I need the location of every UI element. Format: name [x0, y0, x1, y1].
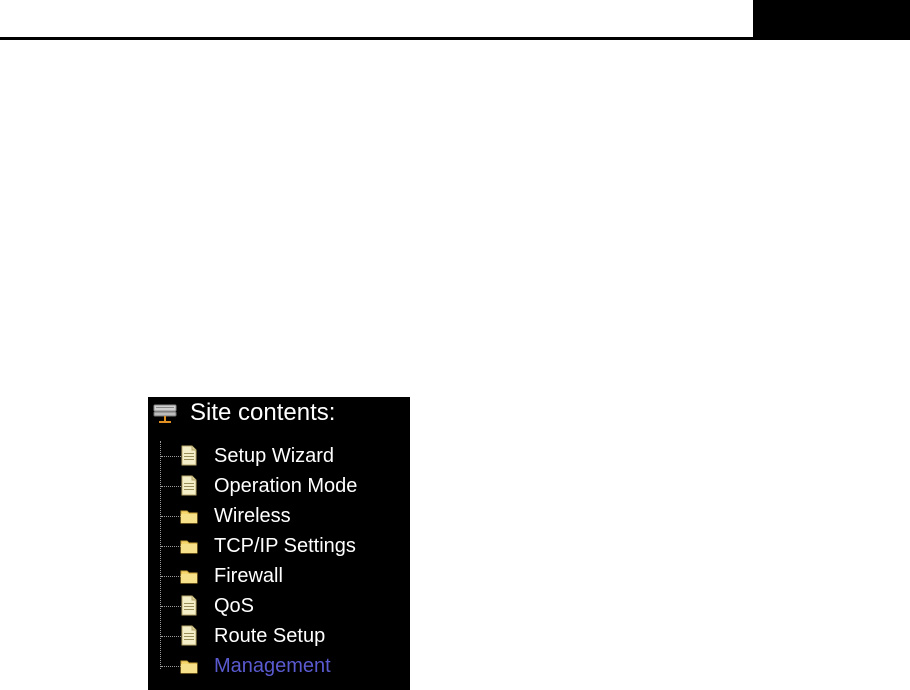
tree-branch	[161, 546, 181, 547]
nav-item-label: TCP/IP Settings	[214, 535, 356, 557]
site-contents-panel: Site contents: Setup Wizard Operation Mo…	[148, 397, 410, 690]
folder-icon	[180, 565, 198, 586]
tree-branch	[161, 636, 181, 637]
tree-branch	[161, 606, 181, 607]
site-contents-title: Site contents:	[190, 399, 336, 426]
nav-item-label: Firewall	[214, 565, 283, 587]
folder-icon	[180, 655, 198, 676]
site-contents-icon	[153, 403, 179, 425]
nav-item-label: Wireless	[214, 505, 291, 527]
folder-icon	[180, 505, 198, 526]
tree-branch	[161, 486, 181, 487]
page-icon	[180, 595, 198, 616]
nav-item-label: Management	[214, 655, 331, 677]
nav-item-operation-mode[interactable]: Operation Mode	[148, 471, 410, 501]
nav-item-qos[interactable]: QoS	[148, 591, 410, 621]
nav-item-route-setup[interactable]: Route Setup	[148, 621, 410, 651]
folder-icon	[180, 535, 198, 556]
tree-branch	[161, 666, 181, 667]
page-icon	[180, 625, 198, 646]
nav-item-wireless[interactable]: Wireless	[148, 501, 410, 531]
nav-item-label: Route Setup	[214, 625, 326, 647]
nav-item-label: Setup Wizard	[214, 445, 335, 467]
nav-item-setup-wizard[interactable]: Setup Wizard	[148, 441, 410, 471]
nav-item-label: QoS	[214, 595, 255, 617]
page-icon	[180, 475, 198, 496]
nav-item-firewall[interactable]: Firewall	[148, 561, 410, 591]
nav-item-label: Operation Mode	[214, 475, 358, 497]
page-icon	[180, 445, 198, 466]
tree-branch	[161, 516, 181, 517]
nav-item-management[interactable]: Management	[148, 651, 410, 681]
document-page: Site contents: Setup Wizard Operation Mo…	[0, 0, 910, 690]
tree-branch	[161, 456, 181, 457]
nav-item-tcp-ip-settings[interactable]: TCP/IP Settings	[148, 531, 410, 561]
header-tab-block	[753, 0, 910, 39]
tree-branch	[161, 576, 181, 577]
